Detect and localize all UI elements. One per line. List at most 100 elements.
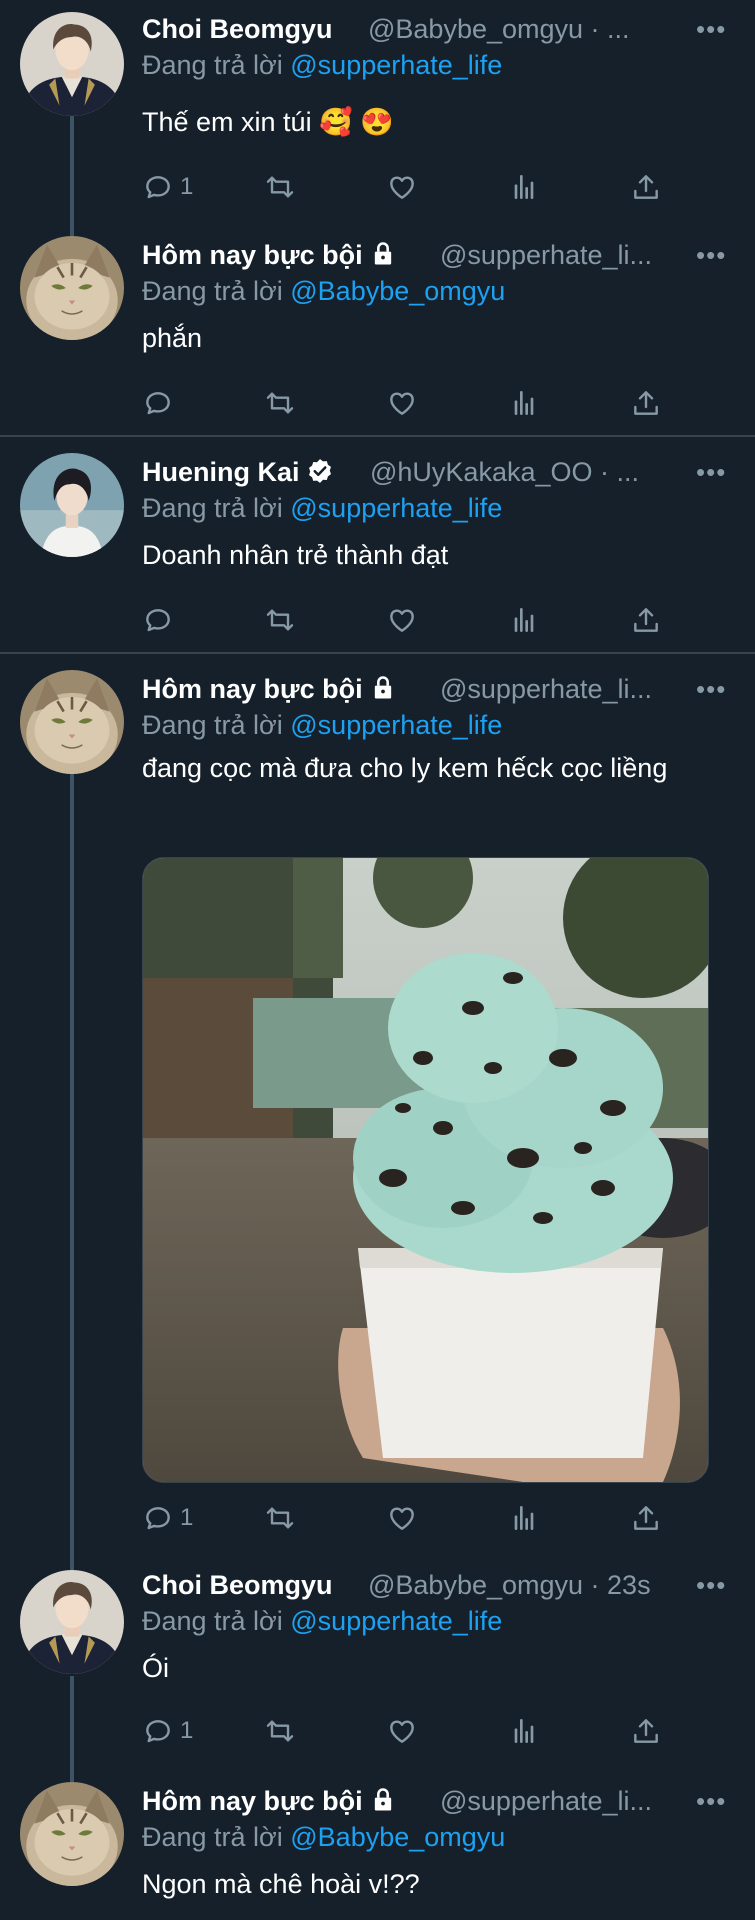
reply-mention-link[interactable]: @supperhate_life (290, 1606, 502, 1636)
lock-icon (369, 240, 397, 268)
reply-button[interactable]: 1 (142, 1498, 193, 1538)
display-name[interactable]: Choi Beomgyu (142, 1570, 333, 1601)
share-button[interactable] (630, 1498, 662, 1538)
replying-to-label: Đang trả lời (142, 1822, 291, 1852)
tweet[interactable]: Choi Beomgyu @Babybe_omgyu · 23s ••• Đan… (0, 1554, 755, 1769)
user-handle[interactable]: @Babybe_omgyu · ... (368, 14, 666, 45)
like-button[interactable] (386, 383, 418, 423)
avatar[interactable] (20, 1570, 124, 1674)
avatar[interactable] (20, 236, 124, 340)
replying-to-label: Đang trả lời (142, 276, 291, 306)
more-options-button[interactable]: ••• (696, 1786, 726, 1817)
retweet-icon (264, 1502, 296, 1534)
analytics-button[interactable] (508, 1711, 540, 1751)
reply-button[interactable] (142, 600, 174, 640)
user-handle[interactable]: @supperhate_li... (440, 1786, 685, 1817)
display-name-text: Hôm nay bực bội (142, 240, 363, 270)
share-button[interactable] (630, 167, 662, 207)
user-handle[interactable]: @hUyKakaka_OO · ... (370, 457, 670, 488)
replying-to: Đang trả lời @Babybe_omgyu (142, 276, 505, 307)
more-options-button[interactable]: ••• (696, 674, 726, 705)
avatar[interactable] (20, 670, 124, 774)
reply-count: 1 (180, 1717, 194, 1744)
reply-icon (142, 171, 174, 203)
share-button[interactable] (630, 600, 662, 640)
reply-count: 1 (180, 173, 194, 200)
tweet-text: phắn (142, 323, 203, 353)
tweet-media-image[interactable] (142, 857, 709, 1483)
reply-mention-link[interactable]: @supperhate_life (290, 50, 502, 80)
reply-mention-link[interactable]: @supperhate_life (290, 493, 502, 523)
reply-icon (142, 1502, 174, 1534)
reply-mention-link[interactable]: @Babybe_omgyu (290, 276, 505, 306)
retweet-button[interactable] (264, 600, 296, 640)
reply-mention-link[interactable]: @supperhate_life (290, 710, 502, 740)
analytics-button[interactable] (508, 600, 540, 640)
more-options-button[interactable]: ••• (696, 1570, 726, 1601)
retweet-icon (264, 387, 296, 419)
like-button[interactable] (386, 600, 418, 640)
more-options-button[interactable]: ••• (696, 457, 726, 488)
user-handle[interactable]: @supperhate_li... (440, 240, 685, 271)
analytics-icon (508, 387, 540, 419)
share-icon (630, 1502, 662, 1534)
display-name[interactable]: Hôm nay bực bội (142, 1786, 397, 1817)
avatar[interactable] (20, 1782, 124, 1886)
display-name-text: Hôm nay bực bội (142, 1786, 363, 1816)
lock-icon (369, 674, 397, 702)
tweet-actions: 1 (142, 1498, 682, 1538)
tweet[interactable]: Hôm nay bực bội @supperhate_li... ••• Đa… (0, 218, 755, 433)
tweet-actions (142, 600, 682, 640)
like-button[interactable] (386, 1711, 418, 1751)
reply-icon (142, 1715, 174, 1747)
reply-icon (142, 604, 174, 636)
replying-to: Đang trả lời @supperhate_life (142, 493, 502, 524)
analytics-icon (508, 1502, 540, 1534)
retweet-icon (264, 171, 296, 203)
like-icon (386, 1502, 418, 1534)
display-name-text: Huening Kai (142, 457, 300, 487)
replying-to: Đang trả lời @Babybe_omgyu (142, 1822, 505, 1853)
share-icon (630, 1715, 662, 1747)
analytics-button[interactable] (508, 167, 540, 207)
reply-button[interactable]: 1 (142, 167, 193, 207)
like-button[interactable] (386, 167, 418, 207)
retweet-button[interactable] (264, 383, 296, 423)
more-options-button[interactable]: ••• (696, 240, 726, 271)
reply-count: 1 (180, 1504, 194, 1531)
tweet[interactable]: Hôm nay bực bội @supperhate_li... ••• Đa… (0, 1770, 755, 1920)
tweet[interactable]: Huening Kai @hUyKakaka_OO · ... ••• Đang… (0, 437, 755, 652)
analytics-button[interactable] (508, 1498, 540, 1538)
like-icon (386, 171, 418, 203)
more-options-button[interactable]: ••• (696, 14, 726, 45)
display-name[interactable]: Choi Beomgyu (142, 14, 333, 45)
display-name[interactable]: Hôm nay bực bội (142, 240, 397, 271)
analytics-button[interactable] (508, 383, 540, 423)
tweet-actions (142, 383, 682, 423)
reply-button[interactable]: 1 (142, 1711, 193, 1751)
share-icon (630, 387, 662, 419)
replying-to: Đang trả lời @supperhate_life (142, 710, 502, 741)
user-handle[interactable]: @Babybe_omgyu · 23s (368, 1570, 692, 1601)
display-name[interactable]: Hôm nay bực bội (142, 674, 397, 705)
reply-icon (142, 387, 174, 419)
tweet-actions: 1 (142, 1711, 682, 1751)
share-button[interactable] (630, 1711, 662, 1751)
display-name[interactable]: Huening Kai (142, 457, 334, 488)
avatar[interactable] (20, 12, 124, 116)
retweet-button[interactable] (264, 1498, 296, 1538)
analytics-icon (508, 1715, 540, 1747)
reply-button[interactable] (142, 383, 174, 423)
share-button[interactable] (630, 383, 662, 423)
retweet-button[interactable] (264, 1711, 296, 1751)
reply-mention-link[interactable]: @Babybe_omgyu (290, 1822, 505, 1852)
avatar[interactable] (20, 453, 124, 557)
lock-icon (369, 1786, 397, 1814)
retweet-button[interactable] (264, 167, 296, 207)
like-button[interactable] (386, 1498, 418, 1538)
tweet[interactable]: Choi Beomgyu @Babybe_omgyu · ... ••• Đan… (0, 0, 755, 215)
tweet-text: Thế em xin túi 🥰 😍 (142, 107, 394, 137)
user-handle[interactable]: @supperhate_li... (440, 674, 685, 705)
replying-to-label: Đang trả lời (142, 50, 291, 80)
like-icon (386, 604, 418, 636)
